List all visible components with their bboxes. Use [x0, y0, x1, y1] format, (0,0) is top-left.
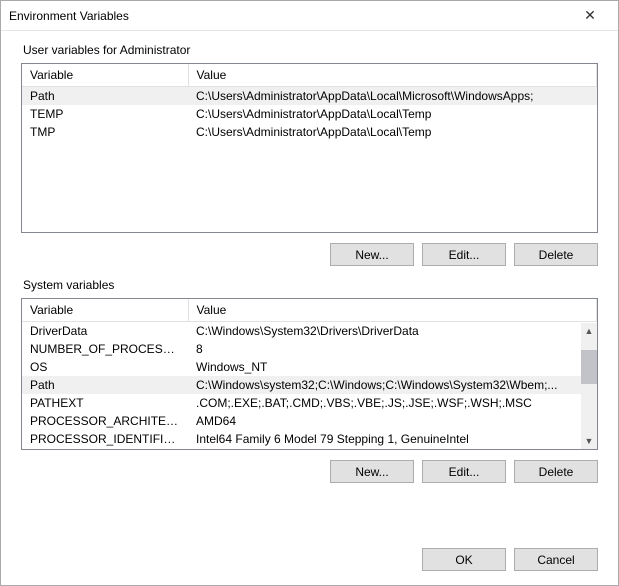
- system-variables-table: Variable Value DriverDataC:\Windows\Syst…: [22, 299, 597, 448]
- scrollbar[interactable]: ▲ ▼: [581, 323, 597, 449]
- user-variables-table: Variable Value PathC:\Users\Administrato…: [22, 64, 597, 141]
- close-icon[interactable]: ✕: [570, 2, 610, 30]
- sys-col-value[interactable]: Value: [188, 299, 597, 322]
- cell-value: Intel64 Family 6 Model 79 Stepping 1, Ge…: [188, 430, 597, 448]
- user-col-value[interactable]: Value: [188, 64, 597, 87]
- cell-variable: TMP: [22, 123, 188, 141]
- cell-variable: PATHEXT: [22, 394, 188, 412]
- cell-variable: NUMBER_OF_PROCESSORS: [22, 340, 188, 358]
- system-variables-label: System variables: [23, 278, 598, 292]
- scroll-thumb[interactable]: [581, 350, 597, 384]
- user-col-variable[interactable]: Variable: [22, 64, 188, 87]
- table-row[interactable]: TEMPC:\Users\Administrator\AppData\Local…: [22, 105, 597, 123]
- scroll-down-icon[interactable]: ▼: [581, 433, 597, 449]
- user-variables-group: User variables for Administrator Variabl…: [21, 43, 598, 266]
- cancel-button[interactable]: Cancel: [514, 548, 598, 571]
- system-variables-group: System variables Variable Value DriverDa…: [21, 278, 598, 483]
- cell-value: C:\Windows\system32;C:\Windows;C:\Window…: [188, 376, 597, 394]
- cell-value: C:\Windows\System32\Drivers\DriverData: [188, 322, 597, 341]
- cell-variable: OS: [22, 358, 188, 376]
- user-edit-button[interactable]: Edit...: [422, 243, 506, 266]
- environment-variables-dialog: Environment Variables ✕ User variables f…: [0, 0, 619, 586]
- cell-variable: PROCESSOR_ARCHITECTURE: [22, 412, 188, 430]
- cell-value: C:\Users\Administrator\AppData\Local\Mic…: [188, 87, 597, 106]
- cell-value: C:\Users\Administrator\AppData\Local\Tem…: [188, 105, 597, 123]
- titlebar: Environment Variables ✕: [1, 1, 618, 31]
- scroll-up-icon[interactable]: ▲: [581, 323, 597, 339]
- table-row[interactable]: TMPC:\Users\Administrator\AppData\Local\…: [22, 123, 597, 141]
- user-variables-label: User variables for Administrator: [23, 43, 598, 57]
- table-row[interactable]: PathC:\Users\Administrator\AppData\Local…: [22, 87, 597, 106]
- table-row[interactable]: PROCESSOR_ARCHITECTUREAMD64: [22, 412, 597, 430]
- system-variables-list[interactable]: Variable Value DriverDataC:\Windows\Syst…: [21, 298, 598, 450]
- user-variables-list[interactable]: Variable Value PathC:\Users\Administrato…: [21, 63, 598, 233]
- cell-value: 8: [188, 340, 597, 358]
- cell-value: AMD64: [188, 412, 597, 430]
- cell-value: Windows_NT: [188, 358, 597, 376]
- user-delete-button[interactable]: Delete: [514, 243, 598, 266]
- content-area: User variables for Administrator Variabl…: [1, 31, 618, 534]
- table-row[interactable]: PATHEXT.COM;.EXE;.BAT;.CMD;.VBS;.VBE;.JS…: [22, 394, 597, 412]
- cell-variable: PROCESSOR_IDENTIFIER: [22, 430, 188, 448]
- table-row[interactable]: PathC:\Windows\system32;C:\Windows;C:\Wi…: [22, 376, 597, 394]
- table-row[interactable]: DriverDataC:\Windows\System32\Drivers\Dr…: [22, 322, 597, 341]
- sys-delete-button[interactable]: Delete: [514, 460, 598, 483]
- cell-value: C:\Users\Administrator\AppData\Local\Tem…: [188, 123, 597, 141]
- table-row[interactable]: NUMBER_OF_PROCESSORS8: [22, 340, 597, 358]
- sys-new-button[interactable]: New...: [330, 460, 414, 483]
- user-buttons-row: New... Edit... Delete: [21, 243, 598, 266]
- dialog-footer: OK Cancel: [1, 534, 618, 585]
- table-row[interactable]: OSWindows_NT: [22, 358, 597, 376]
- table-row[interactable]: PROCESSOR_IDENTIFIERIntel64 Family 6 Mod…: [22, 430, 597, 448]
- sys-col-variable[interactable]: Variable: [22, 299, 188, 322]
- user-new-button[interactable]: New...: [330, 243, 414, 266]
- cell-variable: DriverData: [22, 322, 188, 341]
- window-title: Environment Variables: [9, 9, 570, 23]
- cell-variable: Path: [22, 87, 188, 106]
- ok-button[interactable]: OK: [422, 548, 506, 571]
- sys-edit-button[interactable]: Edit...: [422, 460, 506, 483]
- cell-value: .COM;.EXE;.BAT;.CMD;.VBS;.VBE;.JS;.JSE;.…: [188, 394, 597, 412]
- cell-variable: Path: [22, 376, 188, 394]
- system-buttons-row: New... Edit... Delete: [21, 460, 598, 483]
- cell-variable: TEMP: [22, 105, 188, 123]
